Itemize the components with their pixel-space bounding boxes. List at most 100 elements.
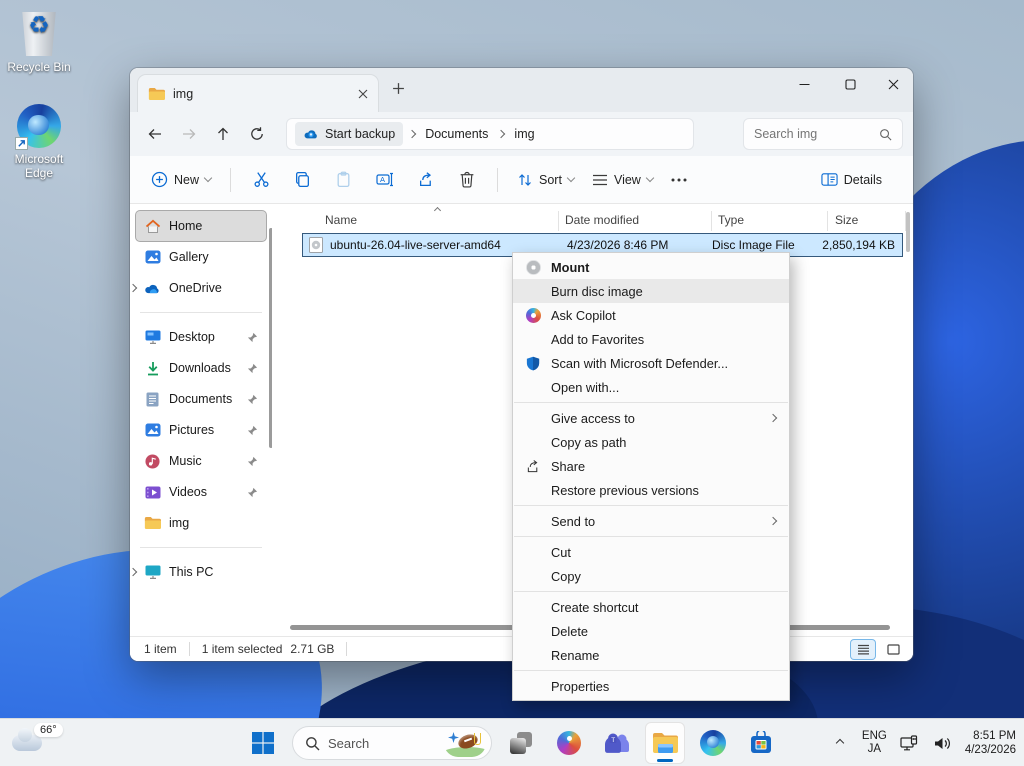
chevron-right-icon[interactable]: [130, 567, 138, 577]
maximize-button[interactable]: [828, 68, 872, 100]
menu-item-scan-with-defender[interactable]: Scan with Microsoft Defender...: [513, 351, 789, 375]
forward-icon[interactable]: [172, 118, 206, 150]
sidebar-item-videos[interactable]: Videos: [136, 477, 266, 507]
weather-temperature: 66°: [34, 723, 63, 737]
store-button[interactable]: [742, 723, 780, 763]
clock[interactable]: 8:51 PM 4/23/2026: [965, 729, 1016, 757]
search-icon[interactable]: [879, 128, 892, 141]
menu-item-create-shortcut[interactable]: Create shortcut: [513, 595, 789, 619]
status-divider: [188, 642, 190, 656]
sidebar-item-this-pc[interactable]: This PC: [130, 557, 266, 587]
edge-button[interactable]: [694, 723, 732, 763]
taskbar-search-bar[interactable]: Search: [292, 726, 492, 760]
menu-item-label: Share: [551, 458, 586, 474]
menu-item-copy-as-path[interactable]: Copy as path: [513, 430, 789, 454]
list-view-button[interactable]: [851, 639, 875, 659]
language-indicator[interactable]: ENG JA: [862, 730, 887, 756]
start-button[interactable]: [244, 723, 282, 763]
vertical-scrollbar[interactable]: [906, 212, 910, 252]
column-divider[interactable]: [711, 211, 712, 231]
menu-item-burn-disc-image[interactable]: Burn disc image: [513, 279, 789, 303]
menu-item-properties[interactable]: Properties: [513, 674, 789, 698]
sidebar-divider: [140, 312, 262, 313]
network-icon[interactable]: [897, 723, 921, 763]
menu-item-copy[interactable]: Copy: [513, 564, 789, 588]
desktop: ♻ Recycle Bin Microsoft Edge img Start b…: [0, 0, 1024, 766]
tab-close-icon[interactable]: [358, 89, 368, 99]
share-button[interactable]: [406, 163, 447, 197]
paste-button[interactable]: [323, 163, 364, 197]
refresh-icon[interactable]: [240, 118, 274, 150]
menu-item-ask-copilot[interactable]: Ask Copilot: [513, 303, 789, 327]
weather-widget[interactable]: 66°: [10, 723, 66, 763]
more-options-button[interactable]: [662, 163, 696, 197]
column-divider[interactable]: [827, 211, 828, 231]
menu-item-label: Copy as path: [551, 434, 627, 450]
sidebar-item-music[interactable]: Music: [136, 446, 266, 476]
sidebar-item-desktop[interactable]: Desktop: [136, 322, 266, 352]
taskbar: 66° Search T ENG JA 8:51 PM 4/23/2026: [0, 718, 1024, 766]
column-header-type[interactable]: Type: [718, 213, 744, 227]
copilot-button[interactable]: [550, 723, 588, 763]
tray-chevron-icon[interactable]: [828, 723, 852, 763]
desktop-icon-microsoft-edge[interactable]: Microsoft Edge: [0, 104, 78, 180]
sports-highlight-widget[interactable]: [444, 729, 486, 757]
column-header-size[interactable]: Size: [835, 213, 858, 227]
up-icon[interactable]: [206, 118, 240, 150]
menu-item-send-to[interactable]: Send to: [513, 509, 789, 533]
back-icon[interactable]: [138, 118, 172, 150]
details-button[interactable]: Details: [812, 163, 891, 197]
desktop-icon-recycle-bin[interactable]: ♻ Recycle Bin: [0, 12, 78, 74]
teams-button[interactable]: T: [598, 723, 636, 763]
sidebar-item-downloads[interactable]: Downloads: [136, 353, 266, 383]
search-input[interactable]: [754, 127, 879, 141]
rename-button[interactable]: A: [364, 163, 406, 197]
file-explorer-button[interactable]: [646, 723, 684, 763]
menu-item-add-to-favorites[interactable]: Add to Favorites: [513, 327, 789, 351]
breadcrumb-start-backup[interactable]: Start backup: [295, 122, 404, 146]
delete-button[interactable]: [447, 163, 487, 197]
menu-item-restore-previous-versions[interactable]: Restore previous versions: [513, 478, 789, 502]
new-button[interactable]: New: [142, 163, 220, 197]
task-view-button[interactable]: [502, 723, 540, 763]
sidebar-item-home[interactable]: Home: [136, 211, 266, 241]
cut-button[interactable]: [241, 163, 282, 197]
new-tab-button[interactable]: [392, 82, 405, 95]
menu-item-rename[interactable]: Rename: [513, 643, 789, 667]
sidebar-item-documents[interactable]: Documents: [136, 384, 266, 414]
menu-item-open-with[interactable]: Open with...: [513, 375, 789, 399]
sidebar-item-label: This PC: [169, 565, 214, 579]
sidebar-item-onedrive[interactable]: OneDrive: [130, 273, 266, 303]
sidebar-item-img[interactable]: img: [136, 508, 266, 538]
volume-icon[interactable]: [931, 723, 955, 763]
sidebar-item-pictures[interactable]: Pictures: [136, 415, 266, 445]
menu-item-mount[interactable]: Mount: [513, 255, 789, 279]
close-button[interactable]: [874, 68, 913, 100]
column-header-date-modified[interactable]: Date modified: [565, 213, 639, 227]
menu-item-give-access-to[interactable]: Give access to: [513, 406, 789, 430]
column-header-name[interactable]: Name: [325, 213, 357, 227]
view-button[interactable]: View: [583, 163, 662, 197]
menu-separator: [514, 591, 788, 592]
menu-item-label: Copy: [551, 568, 581, 584]
minimize-button[interactable]: [782, 68, 826, 100]
column-divider[interactable]: [558, 211, 559, 231]
breadcrumb-img[interactable]: img: [510, 127, 538, 141]
recycle-symbol-icon: ♻: [28, 12, 50, 39]
chevron-right-icon[interactable]: [130, 283, 138, 293]
breadcrumb-documents[interactable]: Documents: [421, 127, 492, 141]
chevron-right-icon: [768, 413, 778, 423]
documents-icon: [144, 391, 161, 408]
sort-button[interactable]: Sort: [508, 163, 583, 197]
edge-icon: [15, 104, 61, 150]
menu-item-cut[interactable]: Cut: [513, 540, 789, 564]
menu-item-label: Open with...: [551, 379, 620, 395]
tab-img[interactable]: img: [138, 75, 378, 112]
sidebar-item-gallery[interactable]: Gallery: [136, 242, 266, 272]
menu-item-label: Ask Copilot: [551, 307, 616, 323]
menu-item-delete[interactable]: Delete: [513, 619, 789, 643]
pin-icon: [247, 487, 258, 498]
menu-item-share[interactable]: Share: [513, 454, 789, 478]
thumbnail-view-button[interactable]: [881, 640, 905, 659]
copy-button[interactable]: [282, 163, 323, 197]
